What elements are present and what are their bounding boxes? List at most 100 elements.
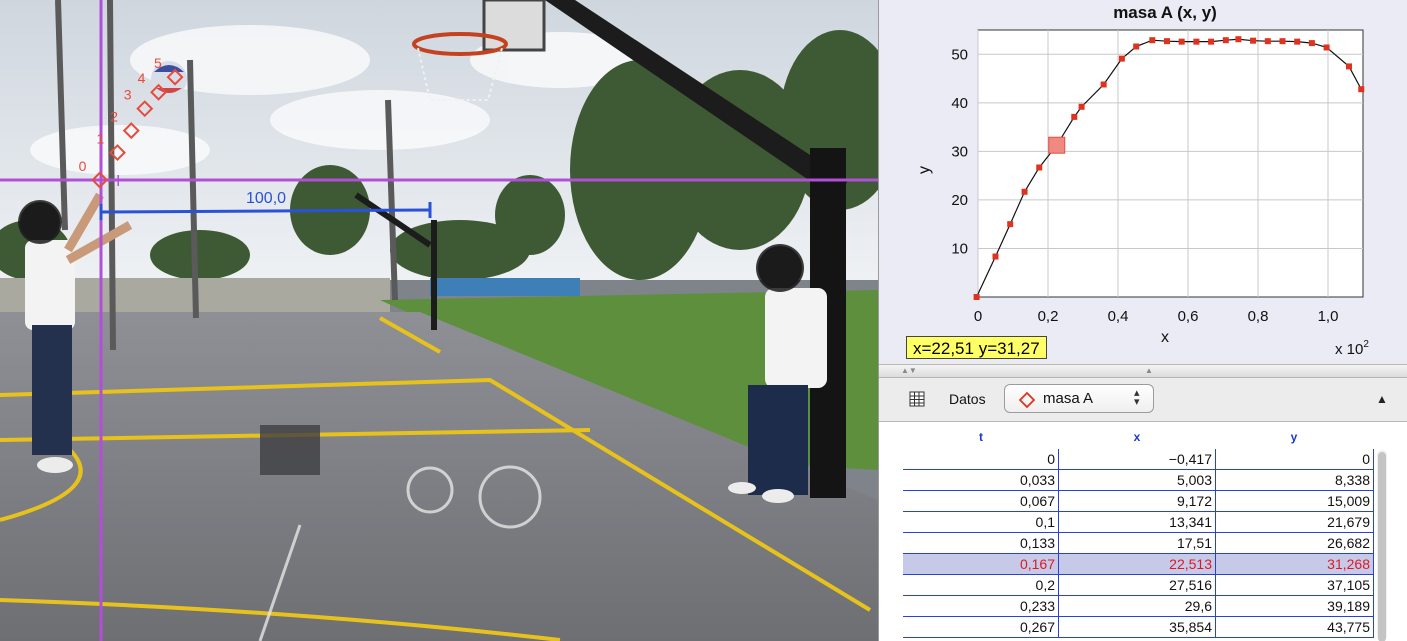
data-point[interactable] bbox=[1308, 40, 1315, 47]
x-multiplier-label: x 102 bbox=[1335, 339, 1369, 358]
data-point[interactable] bbox=[1036, 164, 1043, 171]
cell-y[interactable]: 43,775 bbox=[1216, 617, 1374, 637]
x-tick-label: 0,2 bbox=[1038, 308, 1059, 325]
pool-fence bbox=[430, 278, 580, 296]
x-tick-label: 0,8 bbox=[1248, 308, 1269, 325]
table-row[interactable]: 0,067 9,172 15,009 bbox=[903, 491, 1374, 512]
cell-y[interactable]: 26,682 bbox=[1216, 533, 1374, 553]
data-point[interactable] bbox=[1071, 113, 1078, 120]
cell-x[interactable]: 35,854 bbox=[1059, 617, 1216, 637]
data-table[interactable]: t x y 0 −0,417 0 0,033 5,003 8,338 0,067 9,172 1… bbox=[879, 422, 1407, 641]
plot-panel[interactable]: masa A (x, y) 0 0,2 0,4 0,6 0,8 1,0 10 20 30 40 50… bbox=[879, 0, 1407, 362]
data-point[interactable] bbox=[1294, 38, 1301, 45]
table-row[interactable]: 0,1 13,341 21,679 bbox=[903, 512, 1374, 533]
data-point[interactable] bbox=[1346, 63, 1352, 70]
data-point[interactable] bbox=[1279, 38, 1286, 45]
cell-x[interactable]: 29,6 bbox=[1059, 596, 1216, 616]
cell-t[interactable]: 0,033 bbox=[903, 470, 1059, 490]
column-header-t[interactable]: t bbox=[903, 430, 1059, 444]
cell-x[interactable]: 17,51 bbox=[1059, 533, 1216, 553]
table-row[interactable]: 0,133 17,51 26,682 bbox=[903, 533, 1374, 554]
data-point[interactable] bbox=[1078, 103, 1085, 110]
track-marker-label: 2 bbox=[110, 109, 118, 125]
table-icon[interactable] bbox=[909, 391, 925, 407]
cell-y[interactable]: 21,679 bbox=[1216, 512, 1374, 532]
column-header-x[interactable]: x bbox=[1059, 430, 1215, 444]
table-scrollbar[interactable] bbox=[1377, 450, 1387, 641]
table-row[interactable]: 0,233 29,6 39,189 bbox=[903, 596, 1374, 617]
x-tick-label: 0 bbox=[974, 308, 982, 325]
cell-t[interactable]: 0,067 bbox=[903, 491, 1059, 511]
data-point[interactable] bbox=[1164, 38, 1170, 45]
calibration-length-label: 100,0 bbox=[246, 190, 286, 207]
data-point[interactable] bbox=[1007, 221, 1014, 228]
cell-x[interactable]: 13,341 bbox=[1059, 512, 1216, 532]
x-tick-label: 1,0 bbox=[1318, 308, 1339, 325]
table-row-selected[interactable]: 0,167 22,513 31,268 bbox=[903, 554, 1374, 575]
cell-x[interactable]: 5,003 bbox=[1059, 470, 1216, 490]
cell-t[interactable]: 0,167 bbox=[903, 554, 1059, 574]
y-tick-label: 50 bbox=[951, 46, 968, 63]
cell-t[interactable]: 0,1 bbox=[903, 512, 1059, 532]
track-name: masa A bbox=[1043, 390, 1094, 407]
table-row[interactable]: 0,2 27,516 37,105 bbox=[903, 575, 1374, 596]
data-point[interactable] bbox=[992, 253, 999, 260]
cell-x[interactable]: −0,417 bbox=[1059, 449, 1216, 469]
video-scene[interactable]: I 100,0 012345 bbox=[0, 0, 878, 641]
data-point[interactable] bbox=[1235, 36, 1242, 43]
cell-y[interactable]: 31,268 bbox=[1216, 554, 1374, 574]
cell-t[interactable]: 0,2 bbox=[903, 575, 1059, 595]
data-point[interactable] bbox=[1264, 38, 1271, 45]
data-point[interactable] bbox=[1178, 38, 1185, 45]
y-axis-label: y bbox=[916, 166, 933, 174]
panel-splitter[interactable]: ▲▼ ▲ bbox=[879, 364, 1407, 378]
x-tick-label: 0,6 bbox=[1178, 308, 1199, 325]
data-point-selected[interactable] bbox=[1048, 136, 1066, 154]
column-header-y[interactable]: y bbox=[1216, 430, 1372, 444]
axis-tick-label: I bbox=[116, 173, 120, 190]
video-frame[interactable]: I 100,0 012345 bbox=[0, 0, 878, 641]
data-point[interactable] bbox=[1250, 37, 1257, 44]
cell-y[interactable]: 39,189 bbox=[1216, 596, 1374, 616]
cell-x[interactable]: 22,513 bbox=[1059, 554, 1216, 574]
cell-y[interactable]: 0 bbox=[1216, 449, 1374, 469]
data-point[interactable] bbox=[1208, 38, 1215, 45]
y-tick-label: 10 bbox=[951, 240, 968, 257]
data-point[interactable] bbox=[1021, 188, 1028, 195]
splitter-arrows-icon[interactable]: ▲▼ bbox=[901, 365, 917, 377]
table-row[interactable]: 0,267 35,854 43,775 bbox=[903, 617, 1374, 638]
data-point[interactable] bbox=[1149, 37, 1156, 44]
splitter-grip-icon[interactable]: ▲ bbox=[1145, 365, 1153, 377]
data-toolbar: Datos masa A ▴ ▾ ▲ bbox=[879, 378, 1407, 422]
plot-area[interactable] bbox=[977, 29, 1364, 298]
cell-t[interactable]: 0 bbox=[903, 449, 1059, 469]
cell-y[interactable]: 15,009 bbox=[1216, 491, 1374, 511]
dropdown-stepper-icon: ▴ ▾ bbox=[1134, 387, 1140, 408]
data-point[interactable] bbox=[1100, 81, 1107, 88]
cell-t[interactable]: 0,233 bbox=[903, 596, 1059, 616]
cell-x[interactable]: 27,516 bbox=[1059, 575, 1216, 595]
data-point[interactable] bbox=[1358, 86, 1365, 93]
track-marker-label: 5 bbox=[154, 55, 162, 71]
plot-canvas[interactable]: masa A (x, y) 0 0,2 0,4 0,6 0,8 1,0 10 20 30 40 50… bbox=[879, 0, 1407, 362]
cell-y[interactable]: 8,338 bbox=[1216, 470, 1374, 490]
table-row[interactable]: 0 −0,417 0 bbox=[903, 449, 1374, 470]
data-point[interactable] bbox=[1118, 55, 1125, 62]
data-point[interactable] bbox=[1133, 43, 1140, 50]
data-point[interactable] bbox=[1193, 38, 1200, 45]
collapse-button[interactable]: ▲ bbox=[1376, 392, 1388, 406]
y-tick-label: 30 bbox=[951, 143, 968, 160]
data-point[interactable] bbox=[1323, 44, 1330, 51]
table-row[interactable]: 0,033 5,003 8,338 bbox=[903, 470, 1374, 491]
y-tick-label: 20 bbox=[951, 192, 968, 209]
cell-y[interactable]: 37,105 bbox=[1216, 575, 1374, 595]
hoop-shadow bbox=[260, 425, 320, 475]
track-dropdown[interactable]: masa A ▴ ▾ bbox=[1004, 384, 1154, 413]
cell-t[interactable]: 0,267 bbox=[903, 617, 1059, 637]
data-point[interactable] bbox=[1222, 37, 1229, 44]
cell-x[interactable]: 9,172 bbox=[1059, 491, 1216, 511]
x-axis-label: x bbox=[1161, 329, 1169, 346]
data-point[interactable] bbox=[973, 294, 980, 300]
scrollbar-thumb[interactable] bbox=[1378, 452, 1386, 641]
cell-t[interactable]: 0,133 bbox=[903, 533, 1059, 553]
